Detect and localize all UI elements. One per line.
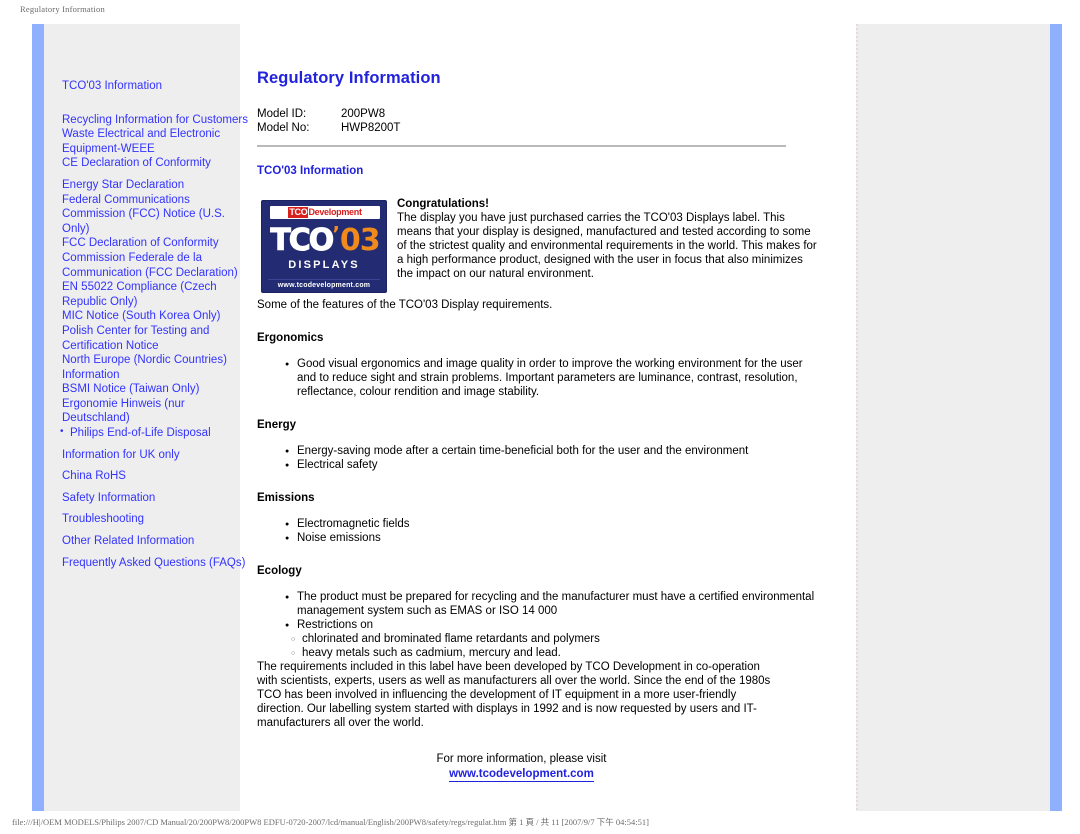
- sidebar-item-11[interactable]: North Europe (Nordic Countries) Informat…: [62, 353, 248, 382]
- model-no-label: Model No:: [257, 122, 310, 134]
- ecology-list: The product must be prepared for recycli…: [257, 590, 817, 633]
- sidebar-item-1[interactable]: Recycling Information for Customers: [62, 113, 248, 128]
- ergonomics-list: Good visual ergonomics and image quality…: [257, 357, 817, 399]
- sidebar-item-0[interactable]: TCO'03 Information: [62, 79, 248, 94]
- sidebar-item-5[interactable]: Federal Communications Commission (FCC) …: [62, 193, 248, 237]
- tco-logo-wordmark: TCO’ 03: [270, 222, 381, 259]
- sidebar-nav-list: TCO'03 Information Recycling Information …: [60, 79, 248, 571]
- main-content: Regulatory Information Model ID: 200PW8 …: [257, 24, 817, 782]
- tco-logo-apostrophe: ’: [332, 222, 340, 246]
- sidebar-item-20[interactable]: Frequently Asked Questions (FAQs): [62, 556, 248, 571]
- list-item: chlorinated and brominated flame retarda…: [291, 632, 817, 647]
- sidebar-item-15[interactable]: Information for UK only: [62, 448, 248, 463]
- sidebar-item-2[interactable]: Waste Electrical and Electronic Equipmen…: [62, 127, 248, 156]
- section-title-tco: TCO'03 Information: [257, 165, 364, 177]
- tco-intro-block: TCO Development TCO’ 03 DISPLAYS www.tcode…: [257, 198, 817, 298]
- list-item: Energy-saving mode after a certain time-…: [285, 444, 817, 459]
- subheading-ergonomics: Ergonomics: [257, 332, 324, 344]
- model-info-table: Model ID: 200PW8 Model No: HWP8200T: [257, 108, 400, 136]
- print-header-title: Regulatory Information: [20, 4, 105, 14]
- list-item: Electromagnetic fields: [285, 517, 817, 532]
- sidebar-item-19[interactable]: Other Related Information: [62, 534, 248, 549]
- sidebar-item-16[interactable]: China RoHS: [62, 469, 248, 484]
- sidebar-item-8[interactable]: EN 55022 Compliance (Czech Republic Only…: [62, 280, 248, 309]
- more-info-text: For more information, please visit: [436, 753, 607, 765]
- tco-banner-mark: TCO: [288, 207, 309, 218]
- sidebar-item-4[interactable]: Energy Star Declaration: [62, 178, 248, 193]
- emissions-list: Electromagnetic fieldsNoise emissions: [257, 517, 817, 546]
- more-info-block: For more information, please visit www.t…: [257, 752, 786, 782]
- list-item: The product must be prepared for recycli…: [285, 590, 817, 618]
- congratulations-block: Congratulations! The display you have ju…: [397, 198, 817, 281]
- sidebar-item-18[interactable]: Troubleshooting: [62, 512, 248, 527]
- model-no-value: HWP8200T: [341, 122, 401, 134]
- sidebar-item-10[interactable]: Polish Center for Testing and Certificat…: [62, 324, 248, 353]
- tco-logo-year: 03: [339, 223, 381, 258]
- model-id-value: 200PW8: [341, 108, 386, 120]
- horizontal-divider: [257, 145, 786, 147]
- document-page: TCO'03 Information Recycling Information …: [0, 18, 1080, 811]
- table-row: Model ID: 200PW8: [257, 108, 400, 122]
- list-item: heavy metals such as cadmium, mercury an…: [291, 646, 817, 661]
- table-row: Model No: HWP8200T: [257, 122, 400, 136]
- sidebar-item-3[interactable]: CE Declaration of Conformity: [62, 156, 248, 171]
- subheading-ecology: Ecology: [257, 565, 302, 577]
- sidebar-item-7[interactable]: Commission Federale de la Communication …: [62, 251, 248, 280]
- sidebar-item-9[interactable]: MIC Notice (South Korea Only): [62, 309, 248, 324]
- list-item: Good visual ergonomics and image quality…: [285, 357, 817, 399]
- sidebar-item-12[interactable]: BSMI Notice (Taiwan Only): [62, 382, 248, 397]
- list-item: Electrical safety: [285, 458, 817, 473]
- congratulations-heading: Congratulations!: [397, 198, 489, 210]
- tco-banner-word: Development: [308, 207, 362, 217]
- right-accent-panel: [856, 24, 1062, 811]
- tco-logo-word: TCO: [270, 223, 335, 258]
- tcodevelopment-link[interactable]: www.tcodevelopment.com: [449, 768, 594, 782]
- features-intro-text: Some of the features of the TCO'03 Displ…: [257, 299, 553, 311]
- congratulations-body: The display you have just purchased carr…: [397, 211, 817, 280]
- sidebar-item-13[interactable]: Ergonomie Hinweis (nur Deutschland): [62, 397, 248, 426]
- sidebar-item-14[interactable]: Philips End-of-Life Disposal: [60, 425, 248, 441]
- page-title: Regulatory Information: [257, 69, 441, 87]
- tco-development-banner: TCO Development: [270, 206, 380, 219]
- model-id-label: Model ID:: [257, 108, 307, 120]
- subheading-energy: Energy: [257, 419, 296, 431]
- tco-logo-displays-text: DISPLAYS: [288, 259, 360, 271]
- subheading-emissions: Emissions: [257, 492, 315, 504]
- print-footer-path: file:///H|/OEM MODELS/Philips 2007/CD Ma…: [12, 817, 649, 827]
- list-item: Noise emissions: [285, 531, 817, 546]
- tco-logo-url: www.tcodevelopment.com: [262, 279, 386, 289]
- ecology-sub-list: chlorinated and brominated flame retarda…: [257, 632, 817, 661]
- tco-displays-logo: TCO Development TCO’ 03 DISPLAYS www.tcode…: [259, 198, 389, 295]
- sidebar: TCO'03 Information Recycling Information …: [32, 24, 248, 811]
- sidebar-item-6[interactable]: FCC Declaration of Conformity: [62, 236, 248, 251]
- list-item: Restrictions on: [285, 618, 817, 633]
- tco-logo-inner: TCO Development TCO’ 03 DISPLAYS www.tcode…: [261, 200, 387, 293]
- sidebar-item-17[interactable]: Safety Information: [62, 491, 248, 506]
- closing-paragraph: The requirements included in this label …: [257, 661, 771, 729]
- energy-list: Energy-saving mode after a certain time-…: [257, 444, 817, 473]
